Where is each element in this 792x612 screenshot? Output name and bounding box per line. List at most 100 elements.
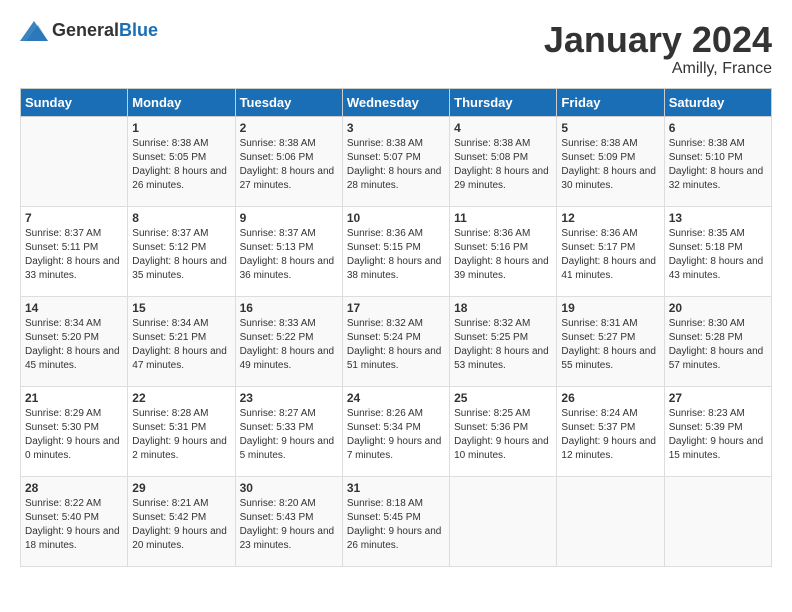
calendar-cell: 31 Sunrise: 8:18 AMSunset: 5:45 PMDayligh… bbox=[342, 476, 449, 566]
day-number: 23 bbox=[240, 391, 338, 405]
calendar-cell: 8Sunrise: 8:37 AMSunset: 5:12 PMDaylight… bbox=[128, 206, 235, 296]
calendar-cell: 24Sunrise: 8:26 AMSunset: 5:34 PMDayligh… bbox=[342, 386, 449, 476]
calendar-cell: 26 Sunrise: 8:24 AMSunset: 5:37 PMDayligh… bbox=[557, 386, 664, 476]
day-number: 16 bbox=[240, 301, 338, 315]
month-title: January 2024 bbox=[544, 20, 772, 60]
calendar-cell: 16 Sunrise: 8:33 AMSunset: 5:22 PMDayligh… bbox=[235, 296, 342, 386]
calendar-cell: 2 Sunrise: 8:38 AMSunset: 5:06 PMDaylight… bbox=[235, 116, 342, 206]
calendar-cell: 10 Sunrise: 8:36 AMSunset: 5:15 PMDayligh… bbox=[342, 206, 449, 296]
day-number: 8 bbox=[132, 211, 230, 225]
weekday-header-tuesday: Tuesday bbox=[235, 88, 342, 116]
day-info: Sunrise: 8:38 AMSunset: 5:06 PMDaylight:… bbox=[240, 137, 338, 193]
day-info: Sunrise: 8:35 AMSunset: 5:18 PMDaylight:… bbox=[669, 227, 767, 283]
calendar-cell: 20 Sunrise: 8:30 AMSunset: 5:28 PMDayligh… bbox=[664, 296, 771, 386]
calendar-cell: 23 Sunrise: 8:27 AMSunset: 5:33 PMDayligh… bbox=[235, 386, 342, 476]
day-info: Sunrise: 8:31 AMSunset: 5:27 PMDaylight:… bbox=[561, 317, 659, 373]
calendar-cell bbox=[450, 476, 557, 566]
day-info: Sunrise: 8:38 AMSunset: 5:05 PMDaylight:… bbox=[132, 137, 230, 193]
day-info: Sunrise: 8:28 AMSunset: 5:31 PMDaylight:… bbox=[132, 407, 230, 463]
day-info: Sunrise: 8:30 AMSunset: 5:28 PMDaylight:… bbox=[669, 317, 767, 373]
day-info: Sunrise: 8:32 AMSunset: 5:24 PMDaylight:… bbox=[347, 317, 445, 373]
day-number: 1 bbox=[132, 121, 230, 135]
calendar-week-row: 7 Sunrise: 8:37 AMSunset: 5:11 PMDaylight… bbox=[21, 206, 772, 296]
logo-general: General bbox=[52, 20, 119, 40]
calendar-cell: 17Sunrise: 8:32 AMSunset: 5:24 PMDayligh… bbox=[342, 296, 449, 386]
calendar-cell: 21Sunrise: 8:29 AMSunset: 5:30 PMDayligh… bbox=[21, 386, 128, 476]
calendar-cell: 3Sunrise: 8:38 AMSunset: 5:07 PMDaylight… bbox=[342, 116, 449, 206]
day-info: Sunrise: 8:37 AMSunset: 5:13 PMDaylight:… bbox=[240, 227, 338, 283]
day-info: Sunrise: 8:38 AMSunset: 5:08 PMDaylight:… bbox=[454, 137, 552, 193]
day-info: Sunrise: 8:38 AMSunset: 5:07 PMDaylight:… bbox=[347, 137, 445, 193]
day-number: 31 bbox=[347, 481, 445, 495]
calendar-week-row: 21Sunrise: 8:29 AMSunset: 5:30 PMDayligh… bbox=[21, 386, 772, 476]
day-number: 13 bbox=[669, 211, 767, 225]
calendar-table: SundayMondayTuesdayWednesdayThursdayFrid… bbox=[20, 88, 772, 567]
calendar-cell bbox=[21, 116, 128, 206]
calendar-cell: 6 Sunrise: 8:38 AMSunset: 5:10 PMDaylight… bbox=[664, 116, 771, 206]
weekday-header-wednesday: Wednesday bbox=[342, 88, 449, 116]
day-info: Sunrise: 8:38 AMSunset: 5:09 PMDaylight:… bbox=[561, 137, 659, 193]
day-number: 25 bbox=[454, 391, 552, 405]
day-number: 14 bbox=[25, 301, 123, 315]
calendar-cell: 18 Sunrise: 8:32 AMSunset: 5:25 PMDayligh… bbox=[450, 296, 557, 386]
page-header: GeneralBlue January 2024 Amilly, France bbox=[20, 20, 772, 78]
day-number: 26 bbox=[561, 391, 659, 405]
logo: GeneralBlue bbox=[20, 20, 158, 41]
calendar-cell: 14 Sunrise: 8:34 AMSunset: 5:20 PMDayligh… bbox=[21, 296, 128, 386]
calendar-cell: 4 Sunrise: 8:38 AMSunset: 5:08 PMDaylight… bbox=[450, 116, 557, 206]
day-number: 19 bbox=[561, 301, 659, 315]
day-number: 28 bbox=[25, 481, 123, 495]
calendar-cell: 27Sunrise: 8:23 AMSunset: 5:39 PMDayligh… bbox=[664, 386, 771, 476]
day-number: 9 bbox=[240, 211, 338, 225]
day-info: Sunrise: 8:20 AMSunset: 5:43 PMDaylight:… bbox=[240, 497, 338, 553]
day-info: Sunrise: 8:33 AMSunset: 5:22 PMDaylight:… bbox=[240, 317, 338, 373]
day-number: 12 bbox=[561, 211, 659, 225]
day-info: Sunrise: 8:36 AMSunset: 5:17 PMDaylight:… bbox=[561, 227, 659, 283]
calendar-cell: 1 Sunrise: 8:38 AMSunset: 5:05 PMDaylight… bbox=[128, 116, 235, 206]
day-info: Sunrise: 8:23 AMSunset: 5:39 PMDaylight:… bbox=[669, 407, 767, 463]
day-number: 7 bbox=[25, 211, 123, 225]
day-info: Sunrise: 8:38 AMSunset: 5:10 PMDaylight:… bbox=[669, 137, 767, 193]
day-number: 4 bbox=[454, 121, 552, 135]
day-info: Sunrise: 8:18 AMSunset: 5:45 PMDaylight:… bbox=[347, 497, 445, 553]
calendar-cell: 5 Sunrise: 8:38 AMSunset: 5:09 PMDaylight… bbox=[557, 116, 664, 206]
calendar-week-row: 28 Sunrise: 8:22 AMSunset: 5:40 PMDayligh… bbox=[21, 476, 772, 566]
calendar-cell: 22Sunrise: 8:28 AMSunset: 5:31 PMDayligh… bbox=[128, 386, 235, 476]
day-number: 20 bbox=[669, 301, 767, 315]
weekday-header-thursday: Thursday bbox=[450, 88, 557, 116]
day-number: 30 bbox=[240, 481, 338, 495]
weekday-header-sunday: Sunday bbox=[21, 88, 128, 116]
day-info: Sunrise: 8:37 AMSunset: 5:11 PMDaylight:… bbox=[25, 227, 123, 283]
title-area: January 2024 Amilly, France bbox=[544, 20, 772, 78]
calendar-cell: 30 Sunrise: 8:20 AMSunset: 5:43 PMDayligh… bbox=[235, 476, 342, 566]
weekday-header-row: SundayMondayTuesdayWednesdayThursdayFrid… bbox=[21, 88, 772, 116]
day-info: Sunrise: 8:34 AMSunset: 5:21 PMDaylight:… bbox=[132, 317, 230, 373]
day-number: 5 bbox=[561, 121, 659, 135]
day-number: 18 bbox=[454, 301, 552, 315]
day-info: Sunrise: 8:29 AMSunset: 5:30 PMDaylight:… bbox=[25, 407, 123, 463]
calendar-cell: 19 Sunrise: 8:31 AMSunset: 5:27 PMDayligh… bbox=[557, 296, 664, 386]
day-info: Sunrise: 8:34 AMSunset: 5:20 PMDaylight:… bbox=[25, 317, 123, 373]
logo-icon bbox=[20, 21, 48, 41]
day-info: Sunrise: 8:25 AMSunset: 5:36 PMDaylight:… bbox=[454, 407, 552, 463]
day-number: 10 bbox=[347, 211, 445, 225]
day-number: 11 bbox=[454, 211, 552, 225]
day-info: Sunrise: 8:27 AMSunset: 5:33 PMDaylight:… bbox=[240, 407, 338, 463]
weekday-header-saturday: Saturday bbox=[664, 88, 771, 116]
calendar-cell bbox=[664, 476, 771, 566]
calendar-cell: 29Sunrise: 8:21 AMSunset: 5:42 PMDayligh… bbox=[128, 476, 235, 566]
calendar-cell: 7 Sunrise: 8:37 AMSunset: 5:11 PMDaylight… bbox=[21, 206, 128, 296]
day-info: Sunrise: 8:36 AMSunset: 5:15 PMDaylight:… bbox=[347, 227, 445, 283]
day-info: Sunrise: 8:22 AMSunset: 5:40 PMDaylight:… bbox=[25, 497, 123, 553]
calendar-cell: 13 Sunrise: 8:35 AMSunset: 5:18 PMDayligh… bbox=[664, 206, 771, 296]
weekday-header-monday: Monday bbox=[128, 88, 235, 116]
calendar-cell bbox=[557, 476, 664, 566]
day-number: 29 bbox=[132, 481, 230, 495]
weekday-header-friday: Friday bbox=[557, 88, 664, 116]
day-number: 24 bbox=[347, 391, 445, 405]
day-number: 2 bbox=[240, 121, 338, 135]
calendar-cell: 12 Sunrise: 8:36 AMSunset: 5:17 PMDayligh… bbox=[557, 206, 664, 296]
day-info: Sunrise: 8:32 AMSunset: 5:25 PMDaylight:… bbox=[454, 317, 552, 373]
day-info: Sunrise: 8:24 AMSunset: 5:37 PMDaylight:… bbox=[561, 407, 659, 463]
day-number: 6 bbox=[669, 121, 767, 135]
